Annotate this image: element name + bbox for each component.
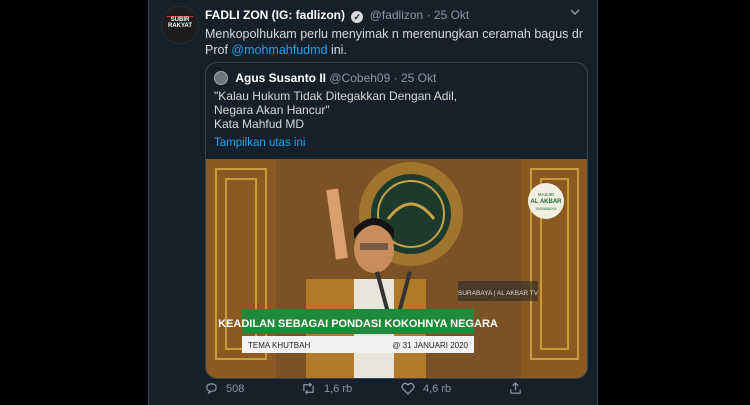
video-media[interactable]: MASJID AL AKBAR SURABAYA SURABAYA | AL A… xyxy=(206,159,587,378)
share-icon xyxy=(510,382,521,394)
subtitle-left: TEMA KHUTBAH xyxy=(248,341,310,350)
quoted-author-avatar xyxy=(214,71,228,85)
tweet-date[interactable]: 25 Okt xyxy=(434,8,469,22)
tweet-header: FADLI ZON (IG: fadlizon) ✓ @fadlizon · 2… xyxy=(205,8,469,23)
retweet-count: 1,6 rb xyxy=(324,383,353,395)
tweet-text-part2: ini. xyxy=(327,43,347,57)
retweet-action[interactable]: 1,6 rb xyxy=(301,382,352,395)
quoted-tweet-date[interactable]: 25 Okt xyxy=(401,71,436,85)
reply-icon xyxy=(206,383,217,395)
banner-title: KEADILAN SEBAGAI PONDASI KOKOHNYA NEGARA xyxy=(218,318,498,330)
channel-caption: SURABAYA | AL AKBAR TV xyxy=(458,290,539,297)
logo-line1: MASJID xyxy=(538,192,555,197)
avatar-logo-text: SUBIR RAKYAT xyxy=(167,17,192,29)
heart-icon xyxy=(401,382,415,395)
tweet-card[interactable]: SUBIR RAKYAT FADLI ZON (IG: fadlizon) ✓ … xyxy=(148,0,598,405)
like-count: 4,6 rb xyxy=(423,383,452,395)
left-letterbox xyxy=(0,0,148,405)
verified-badge-icon: ✓ xyxy=(351,11,364,23)
mention-link[interactable]: @mohmahfudmd xyxy=(231,43,327,57)
right-letterbox xyxy=(598,0,750,405)
quoted-separator-dot: · xyxy=(393,71,398,85)
separator-dot: · xyxy=(426,8,431,22)
reply-action[interactable]: 508 xyxy=(205,382,244,395)
quoted-author-handle[interactable]: @Cobeh09 xyxy=(329,71,390,85)
masjid-logo: MASJID AL AKBAR SURABAYA xyxy=(528,183,564,219)
author-name[interactable]: FADLI ZON (IG: fadlizon) xyxy=(205,8,345,22)
quoted-tweet[interactable]: Agus Susanto II @Cobeh09 · 25 Okt "Kalau… xyxy=(205,62,588,379)
logo-line2: AL AKBAR xyxy=(531,199,563,205)
subtitle-date: @ 31 JANUARI 2020 xyxy=(392,341,468,350)
logo-line3: SURABAYA xyxy=(535,206,557,211)
quoted-author-name[interactable]: Agus Susanto II xyxy=(235,71,326,85)
reply-count: 508 xyxy=(226,383,245,395)
share-action[interactable] xyxy=(509,382,530,395)
show-thread-link[interactable]: Tampilkan utas ini xyxy=(214,137,305,149)
author-avatar[interactable]: SUBIR RAKYAT xyxy=(161,6,199,44)
author-handle[interactable]: @fadlizon xyxy=(370,8,424,22)
quoted-tweet-text: "Kalau Hukum Tidak Ditegakkan Dengan Adi… xyxy=(214,89,458,131)
more-options-chevron-icon[interactable] xyxy=(569,6,581,21)
like-action[interactable]: 4,6 rb xyxy=(401,382,451,395)
quoted-tweet-header: Agus Susanto II @Cobeh09 · 25 Okt xyxy=(214,71,436,85)
retweet-icon xyxy=(303,382,314,395)
tweet-text: Menkopolhukam perlu menyimak n merenungk… xyxy=(205,26,585,58)
